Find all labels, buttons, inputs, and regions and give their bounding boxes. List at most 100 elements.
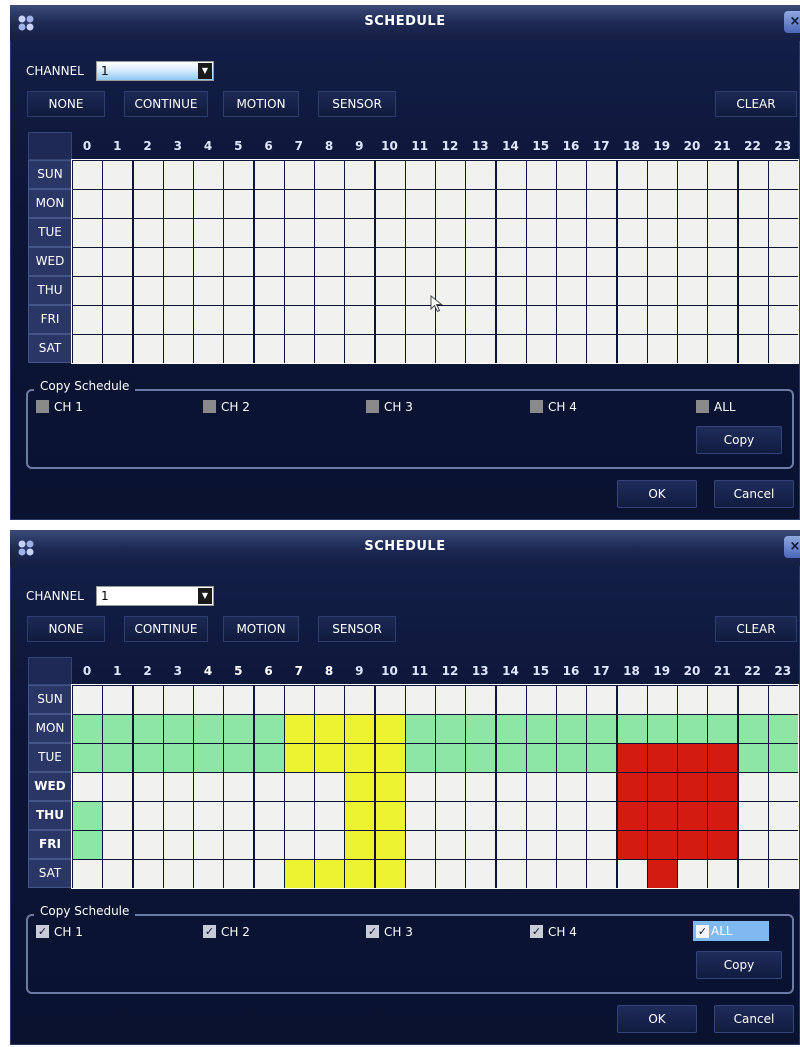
schedule-cell[interactable]	[587, 715, 617, 743]
schedule-cell[interactable]	[284, 190, 314, 218]
schedule-cell[interactable]	[375, 860, 405, 888]
schedule-cell[interactable]	[284, 831, 314, 859]
schedule-cell[interactable]	[345, 802, 375, 830]
schedule-cell[interactable]	[224, 335, 254, 363]
schedule-cell[interactable]	[194, 860, 223, 888]
sensor-button[interactable]: SENSOR	[318, 616, 396, 642]
schedule-cell[interactable]	[587, 860, 617, 888]
schedule-cell[interactable]	[224, 306, 254, 334]
schedule-cell[interactable]	[194, 831, 223, 859]
schedule-cell[interactable]	[678, 744, 707, 772]
schedule-cell[interactable]	[254, 161, 284, 189]
schedule-cell[interactable]	[738, 190, 768, 218]
schedule-cell[interactable]	[224, 802, 254, 830]
schedule-cell[interactable]	[436, 831, 465, 859]
schedule-cell[interactable]	[103, 248, 133, 276]
schedule-cell[interactable]	[163, 306, 193, 334]
copy-all-checkbox[interactable]: ✓	[696, 925, 709, 938]
schedule-cell[interactable]	[466, 744, 496, 772]
schedule-cell[interactable]	[496, 161, 526, 189]
schedule-cell[interactable]	[436, 248, 465, 276]
schedule-cell[interactable]	[375, 686, 405, 714]
schedule-cell[interactable]	[768, 773, 798, 801]
schedule-cell[interactable]	[466, 860, 496, 888]
schedule-cell[interactable]	[647, 219, 677, 247]
schedule-cell[interactable]	[436, 744, 465, 772]
schedule-cell[interactable]	[647, 860, 677, 888]
schedule-cell[interactable]	[708, 219, 738, 247]
schedule-cell[interactable]	[738, 277, 768, 305]
schedule-cell[interactable]	[466, 802, 496, 830]
schedule-cell[interactable]	[526, 277, 556, 305]
schedule-cell[interactable]	[163, 248, 193, 276]
schedule-cell[interactable]	[103, 773, 133, 801]
schedule-cell[interactable]	[557, 860, 586, 888]
schedule-cell[interactable]	[345, 686, 375, 714]
schedule-cell[interactable]	[405, 335, 435, 363]
schedule-cell[interactable]	[345, 831, 375, 859]
schedule-cell[interactable]	[194, 715, 223, 743]
schedule-cell[interactable]	[405, 773, 435, 801]
schedule-cell[interactable]	[284, 248, 314, 276]
schedule-cell[interactable]	[617, 306, 647, 334]
schedule-cell[interactable]	[496, 190, 526, 218]
copy-ch1-checkbox[interactable]	[36, 400, 49, 413]
schedule-cell[interactable]	[375, 744, 405, 772]
schedule-cell[interactable]	[254, 744, 284, 772]
schedule-cell[interactable]	[526, 802, 556, 830]
chevron-down-icon[interactable]: ▼	[198, 63, 212, 79]
schedule-cell[interactable]	[436, 219, 465, 247]
schedule-cell[interactable]	[557, 161, 586, 189]
schedule-cell[interactable]	[375, 161, 405, 189]
schedule-cell[interactable]	[768, 248, 798, 276]
schedule-cell[interactable]	[557, 802, 586, 830]
schedule-cell[interactable]	[163, 161, 193, 189]
schedule-cell[interactable]	[708, 248, 738, 276]
schedule-cell[interactable]	[587, 306, 617, 334]
schedule-cell[interactable]	[647, 248, 677, 276]
schedule-cell[interactable]	[738, 219, 768, 247]
schedule-cell[interactable]	[496, 335, 526, 363]
schedule-cell[interactable]	[738, 744, 768, 772]
schedule-cell[interactable]	[224, 161, 254, 189]
schedule-cell[interactable]	[405, 686, 435, 714]
schedule-cell[interactable]	[315, 686, 344, 714]
schedule-cell[interactable]	[768, 744, 798, 772]
schedule-cell[interactable]	[647, 744, 677, 772]
schedule-cell[interactable]	[678, 161, 707, 189]
schedule-cell[interactable]	[708, 773, 738, 801]
schedule-cell[interactable]	[708, 686, 738, 714]
schedule-cell[interactable]	[678, 715, 707, 743]
schedule-cell[interactable]	[194, 161, 223, 189]
schedule-cell[interactable]	[224, 277, 254, 305]
schedule-cell[interactable]	[345, 248, 375, 276]
schedule-cell[interactable]	[405, 744, 435, 772]
schedule-cell[interactable]	[375, 277, 405, 305]
schedule-cell[interactable]	[254, 773, 284, 801]
schedule-cell[interactable]	[738, 802, 768, 830]
schedule-cell[interactable]	[617, 744, 647, 772]
schedule-cell[interactable]	[254, 306, 284, 334]
schedule-cell[interactable]	[768, 277, 798, 305]
schedule-cell[interactable]	[73, 335, 102, 363]
schedule-cell[interactable]	[526, 306, 556, 334]
close-button[interactable]: ×	[784, 536, 800, 558]
schedule-cell[interactable]	[254, 802, 284, 830]
copy-ch3-checkbox[interactable]: ✓	[366, 925, 379, 938]
continue-button[interactable]: CONTINUE	[124, 616, 208, 642]
schedule-cell[interactable]	[103, 219, 133, 247]
schedule-cell[interactable]	[436, 335, 465, 363]
schedule-cell[interactable]	[557, 686, 586, 714]
schedule-cell[interactable]	[163, 219, 193, 247]
schedule-cell[interactable]	[73, 802, 102, 830]
schedule-cell[interactable]	[224, 773, 254, 801]
schedule-cell[interactable]	[617, 190, 647, 218]
schedule-cell[interactable]	[284, 773, 314, 801]
schedule-cell[interactable]	[103, 802, 133, 830]
clear-button[interactable]: CLEAR	[715, 91, 797, 117]
schedule-cell[interactable]	[315, 715, 344, 743]
schedule-cell[interactable]	[738, 306, 768, 334]
channel-select[interactable]: 1 ▼	[96, 586, 214, 606]
schedule-cell[interactable]	[496, 219, 526, 247]
copy-ch4-checkbox[interactable]: ✓	[530, 925, 543, 938]
